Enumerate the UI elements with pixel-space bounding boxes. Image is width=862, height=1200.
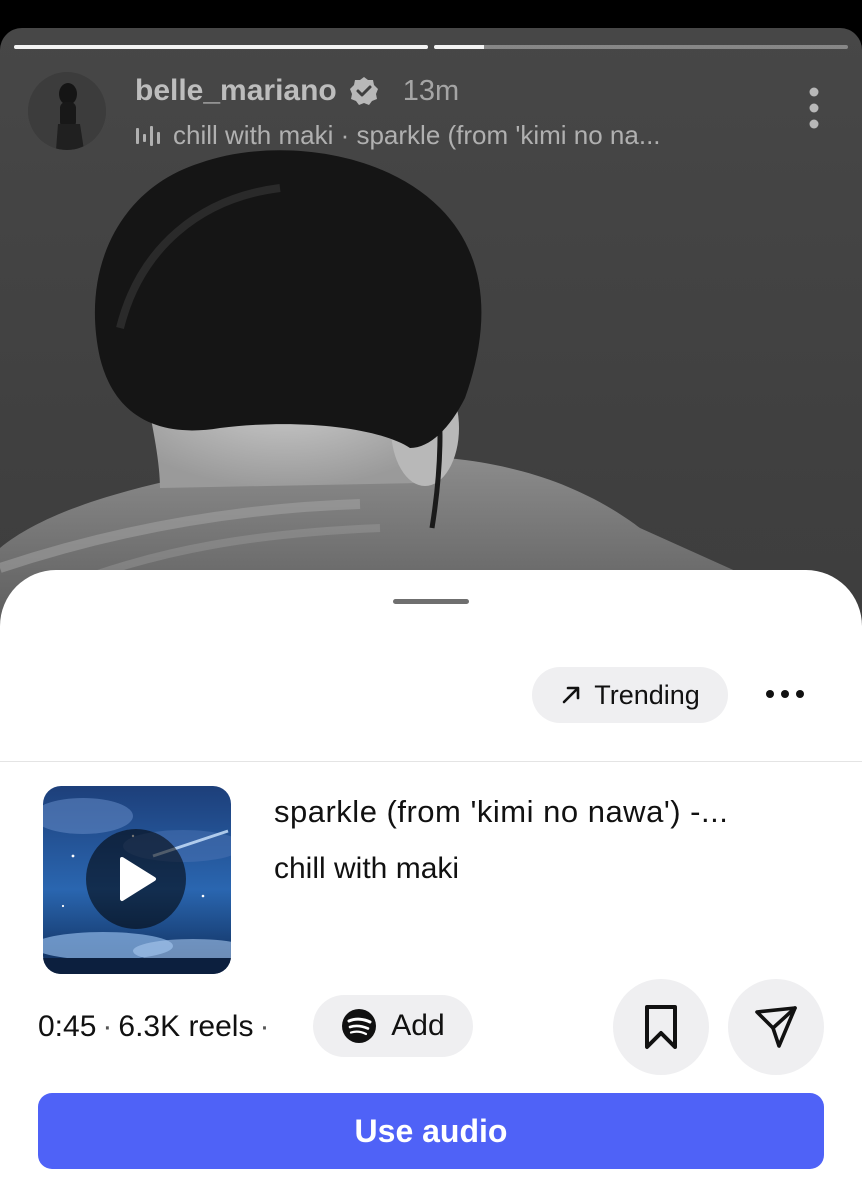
track-title: sparkle (from 'kimi no nawa') -... xyxy=(274,794,729,829)
play-icon xyxy=(120,857,156,901)
progress-fill xyxy=(434,45,484,49)
avatar[interactable] xyxy=(28,72,106,150)
music-label: chill with maki · sparkle (from 'kimi no… xyxy=(173,120,661,150)
username[interactable]: belle_mariano xyxy=(135,74,337,108)
progress-segment xyxy=(434,45,848,49)
progress-segment xyxy=(14,45,428,49)
use-audio-button[interactable]: Use audio xyxy=(38,1093,824,1169)
music-attribution[interactable]: chill with maki · sparkle (from 'kimi no… xyxy=(135,120,661,151)
more-horizontal-icon[interactable] xyxy=(765,688,805,700)
story-header: belle_mariano 13m chill with maki · spar… xyxy=(28,72,822,152)
more-vertical-icon[interactable] xyxy=(806,86,822,130)
album-cover[interactable] xyxy=(43,786,231,974)
audio-duration: 0:45 xyxy=(38,1010,97,1043)
avatar-image xyxy=(28,72,106,150)
send-icon xyxy=(755,1006,797,1048)
story-progress xyxy=(14,45,848,49)
track-artist[interactable]: chill with maki xyxy=(274,852,459,886)
audio-meta: 0:45 · 6.3K reels · xyxy=(38,1010,275,1044)
add-to-spotify-button[interactable]: Add xyxy=(313,995,473,1057)
divider xyxy=(0,761,862,762)
trending-arrow-icon xyxy=(562,686,580,704)
add-label: Add xyxy=(391,1009,445,1042)
trending-chip[interactable]: Trending xyxy=(532,667,728,723)
share-button[interactable] xyxy=(728,979,824,1075)
audio-bottom-sheet: Trending sparkle (from 'kimi no nawa') -… xyxy=(0,570,862,1200)
meta-separator: · xyxy=(102,1010,113,1043)
meta-separator: · xyxy=(259,1010,270,1043)
username-row: belle_mariano 13m xyxy=(135,74,459,108)
reels-count[interactable]: 6.3K reels xyxy=(118,1010,253,1044)
save-button[interactable] xyxy=(613,979,709,1075)
verified-badge-icon xyxy=(349,77,378,105)
post-time: 13m xyxy=(402,74,460,107)
bookmark-icon xyxy=(645,1005,677,1049)
trending-label: Trending xyxy=(594,679,700,710)
music-bars-icon xyxy=(136,125,160,146)
spotify-icon xyxy=(342,1009,377,1043)
play-button[interactable] xyxy=(86,829,186,929)
sheet-grabber[interactable] xyxy=(393,599,469,604)
progress-fill xyxy=(14,45,428,49)
